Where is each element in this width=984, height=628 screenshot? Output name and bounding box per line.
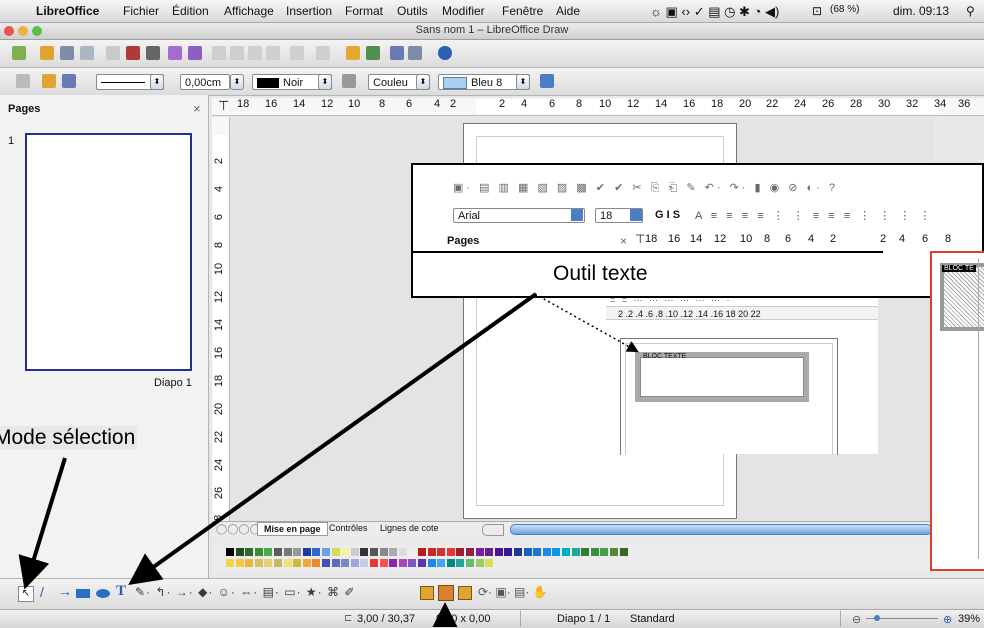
arrow-to-text-tool — [128, 292, 538, 585]
annotation-arrows — [18, 292, 639, 627]
dotted-arrow-to-text-block — [534, 293, 639, 353]
arrow-to-select-tool — [18, 457, 67, 590]
